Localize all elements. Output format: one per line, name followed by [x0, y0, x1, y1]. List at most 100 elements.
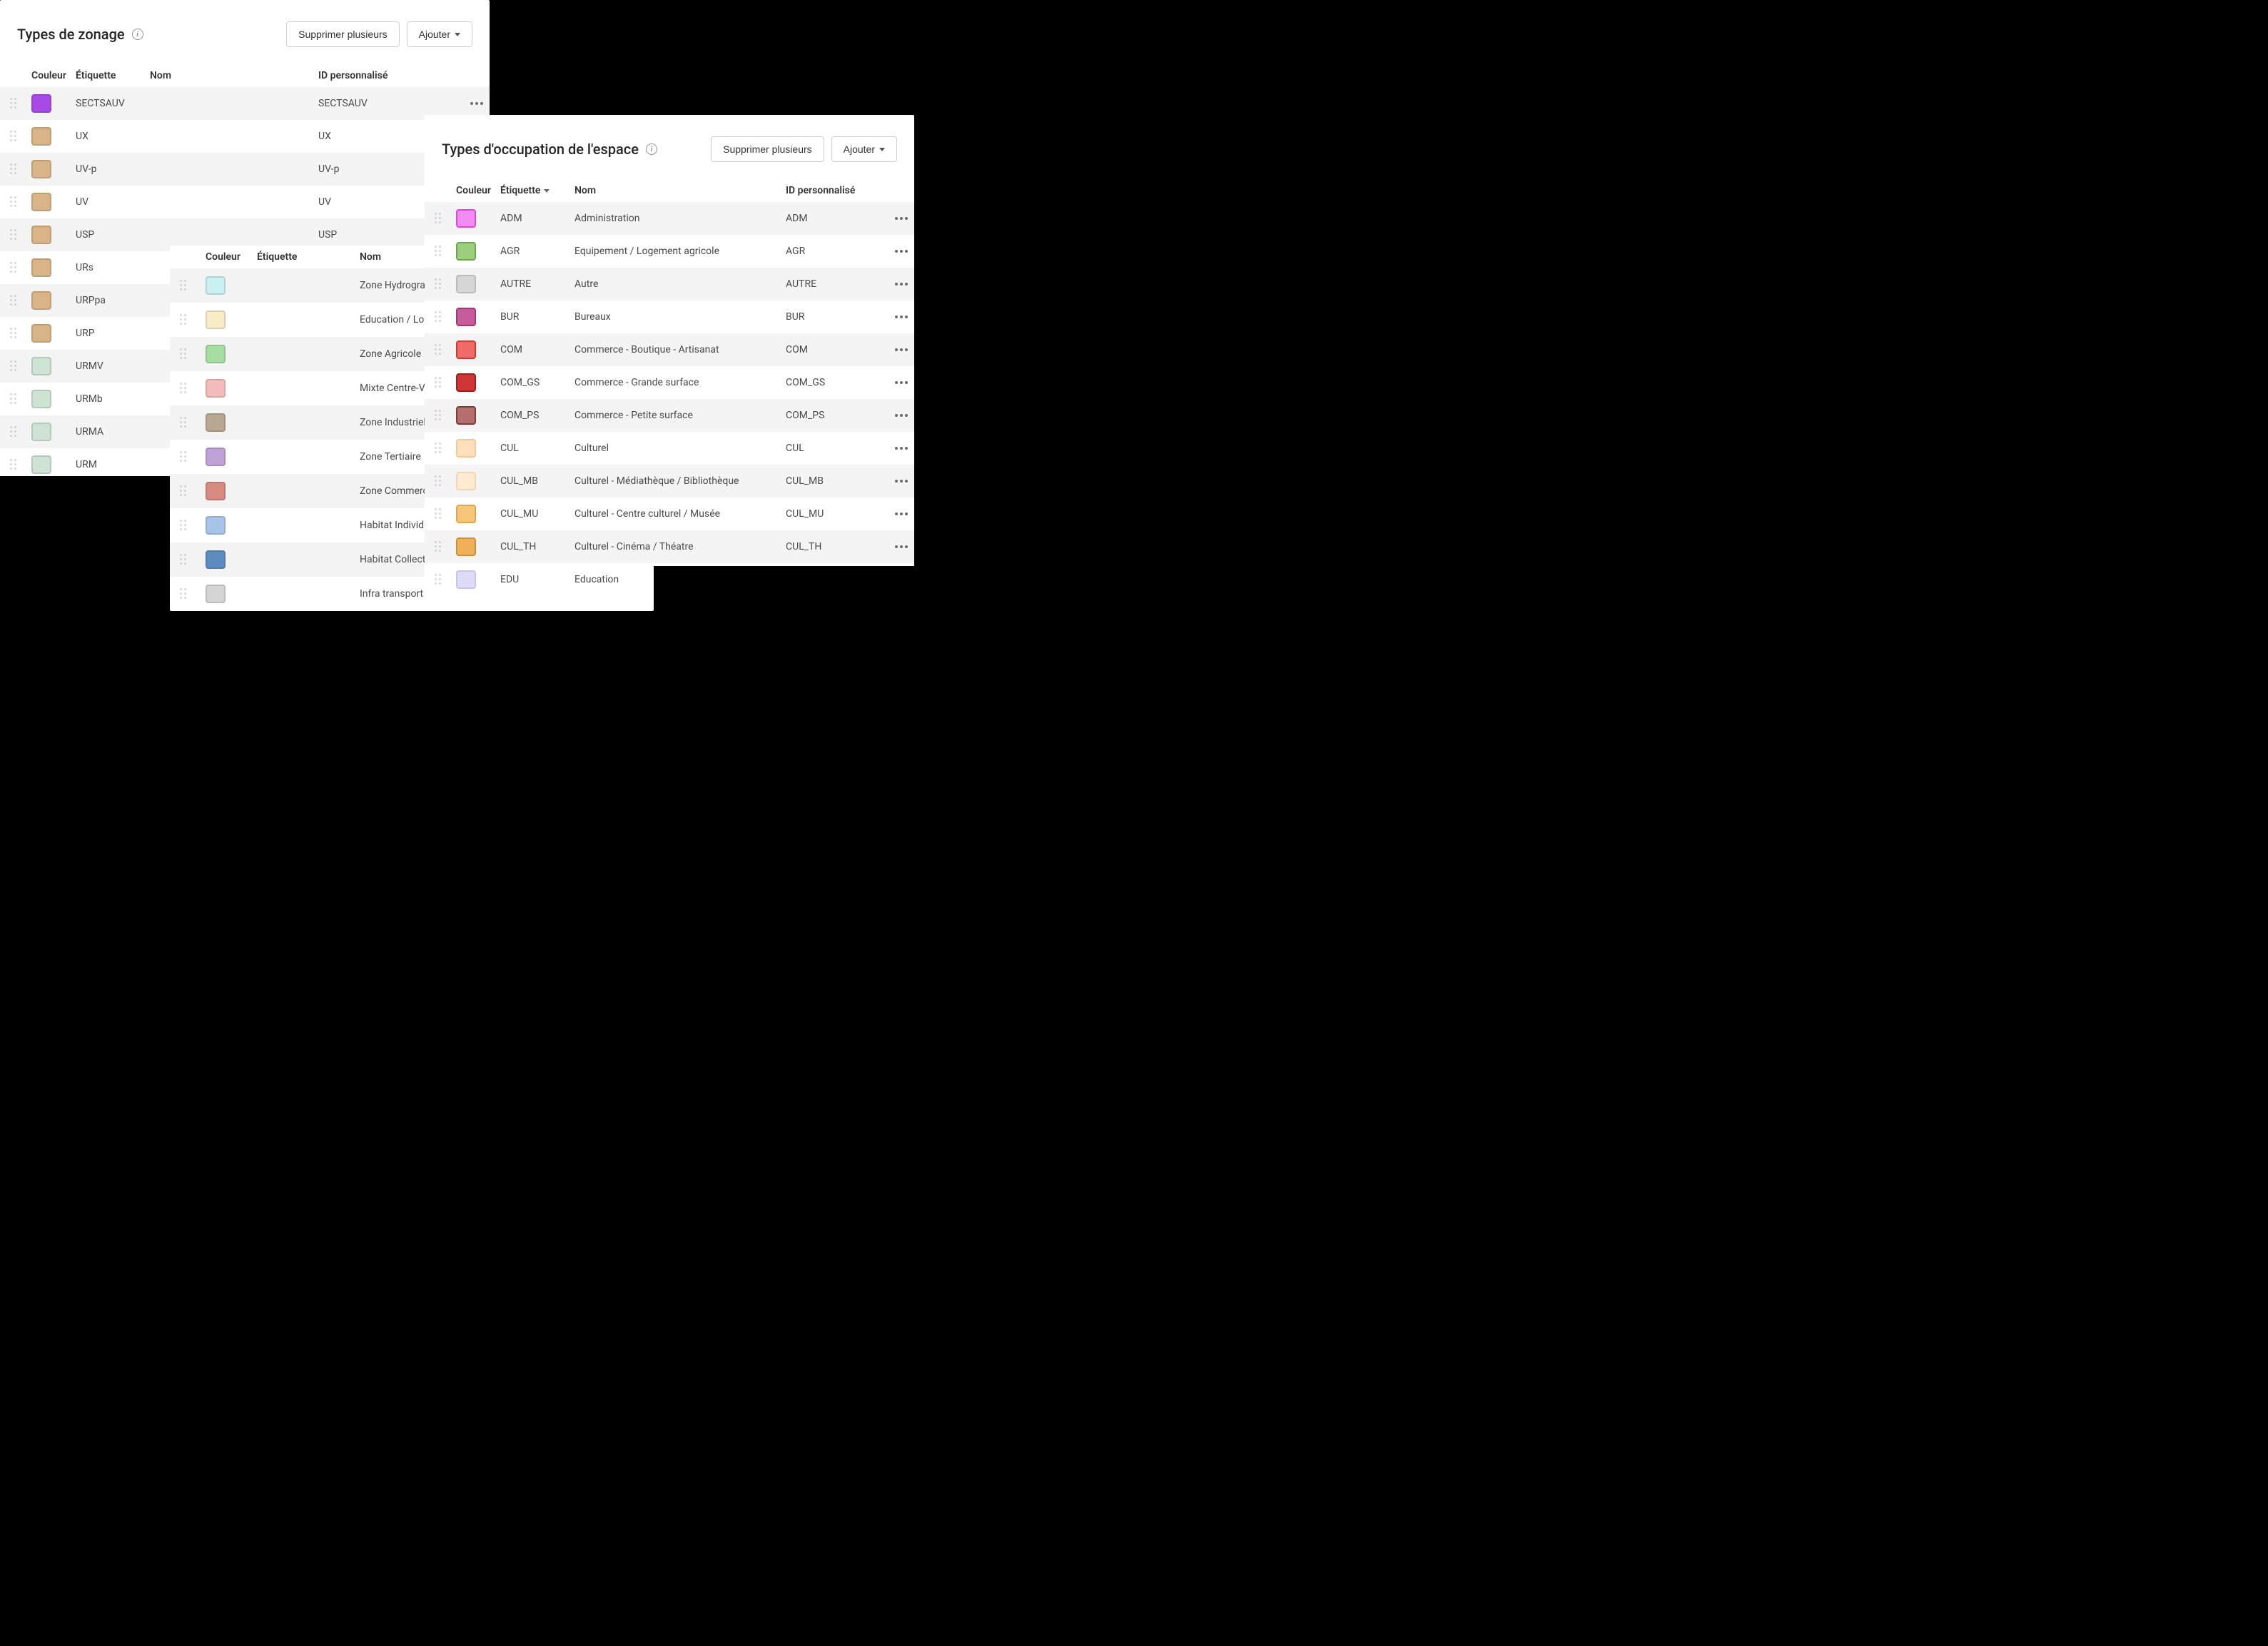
table-row[interactable]: COM_GSCommerce - Grande surfaceCOM_GS	[425, 366, 914, 399]
drag-handle-icon[interactable]	[435, 246, 445, 257]
table-row[interactable]: UXUX	[0, 120, 490, 153]
more-options-icon[interactable]	[468, 95, 485, 112]
color-swatch[interactable]	[31, 390, 51, 408]
table-row[interactable]: AGREquipement / Logement agricoleAGR	[425, 235, 914, 268]
drag-handle-icon[interactable]	[10, 98, 20, 109]
table-row[interactable]: BURBureauxBUR	[425, 301, 914, 333]
drag-handle-icon[interactable]	[180, 588, 190, 600]
color-swatch[interactable]	[31, 160, 51, 178]
table-row[interactable]: UV-pUV-p	[0, 153, 490, 186]
drag-handle-icon[interactable]	[10, 459, 20, 470]
col-label[interactable]: Étiquette	[76, 70, 150, 81]
info-icon[interactable]: i	[646, 143, 657, 155]
color-swatch[interactable]	[456, 340, 476, 359]
drag-handle-icon[interactable]	[10, 426, 20, 438]
col-id[interactable]: ID personnalisé	[318, 70, 468, 81]
color-swatch[interactable]	[206, 379, 226, 398]
info-icon[interactable]: i	[132, 29, 143, 40]
drag-handle-icon[interactable]	[180, 280, 190, 291]
drag-handle-icon[interactable]	[435, 344, 445, 355]
drag-handle-icon[interactable]	[10, 262, 20, 273]
drag-handle-icon[interactable]	[435, 278, 445, 290]
more-options-icon[interactable]	[893, 538, 910, 555]
drag-handle-icon[interactable]	[435, 410, 445, 421]
more-options-icon[interactable]	[893, 243, 910, 260]
color-swatch[interactable]	[456, 373, 476, 392]
color-swatch[interactable]	[206, 516, 226, 535]
delete-multiple-button[interactable]: Supprimer plusieurs	[286, 21, 400, 47]
more-options-icon[interactable]	[893, 276, 910, 293]
drag-handle-icon[interactable]	[435, 508, 445, 520]
color-swatch[interactable]	[31, 193, 51, 211]
col-name[interactable]: Nom	[150, 70, 318, 81]
table-row[interactable]: UVUV	[0, 186, 490, 218]
col-label[interactable]: Étiquette	[500, 185, 574, 196]
drag-handle-icon[interactable]	[435, 213, 445, 224]
drag-handle-icon[interactable]	[10, 360, 20, 372]
table-row[interactable]: COM_PSCommerce - Petite surfaceCOM_PS	[425, 399, 914, 432]
more-options-icon[interactable]	[893, 374, 910, 391]
drag-handle-icon[interactable]	[10, 196, 20, 208]
col-color[interactable]: Couleur	[456, 185, 500, 196]
table-row[interactable]: AUTREAutreAUTRE	[425, 268, 914, 301]
color-swatch[interactable]	[456, 275, 476, 293]
more-options-icon[interactable]	[893, 473, 910, 490]
table-row[interactable]: CUL_MUCulturel - Centre culturel / Musée…	[425, 498, 914, 530]
table-row[interactable]: ADMAdministrationADM	[425, 202, 914, 235]
table-row[interactable]: SECTSAUVSECTSAUV	[0, 87, 490, 120]
color-swatch[interactable]	[456, 537, 476, 556]
drag-handle-icon[interactable]	[180, 485, 190, 497]
color-swatch[interactable]	[456, 570, 476, 589]
drag-handle-icon[interactable]	[180, 554, 190, 565]
color-swatch[interactable]	[456, 406, 476, 425]
table-row[interactable]: COMCommerce - Boutique - ArtisanatCOM	[425, 333, 914, 366]
color-swatch[interactable]	[206, 585, 226, 603]
color-swatch[interactable]	[206, 550, 226, 569]
col-color[interactable]: Couleur	[31, 70, 76, 81]
color-swatch[interactable]	[206, 448, 226, 466]
color-swatch[interactable]	[456, 209, 476, 228]
drag-handle-icon[interactable]	[180, 348, 190, 360]
color-swatch[interactable]	[31, 258, 51, 277]
drag-handle-icon[interactable]	[180, 451, 190, 463]
drag-handle-icon[interactable]	[180, 383, 190, 394]
drag-handle-icon[interactable]	[10, 229, 20, 241]
more-options-icon[interactable]	[893, 407, 910, 424]
color-swatch[interactable]	[31, 127, 51, 146]
col-id[interactable]: ID personnalisé	[786, 185, 893, 196]
color-swatch[interactable]	[456, 242, 476, 261]
color-swatch[interactable]	[31, 226, 51, 244]
add-button[interactable]: Ajouter	[407, 21, 472, 47]
color-swatch[interactable]	[456, 505, 476, 523]
color-swatch[interactable]	[31, 94, 51, 113]
color-swatch[interactable]	[206, 310, 226, 329]
color-swatch[interactable]	[31, 324, 51, 343]
more-options-icon[interactable]	[893, 505, 910, 522]
drag-handle-icon[interactable]	[10, 393, 20, 405]
color-swatch[interactable]	[206, 345, 226, 363]
drag-handle-icon[interactable]	[435, 443, 445, 454]
drag-handle-icon[interactable]	[435, 574, 445, 585]
add-button[interactable]: Ajouter	[831, 136, 897, 162]
color-swatch[interactable]	[456, 439, 476, 458]
drag-handle-icon[interactable]	[435, 475, 445, 487]
drag-handle-icon[interactable]	[180, 314, 190, 325]
delete-multiple-button[interactable]: Supprimer plusieurs	[711, 136, 824, 162]
col-label[interactable]: Étiquette	[257, 251, 360, 263]
drag-handle-icon[interactable]	[10, 328, 20, 339]
color-swatch[interactable]	[31, 291, 51, 310]
drag-handle-icon[interactable]	[10, 295, 20, 306]
drag-handle-icon[interactable]	[10, 131, 20, 142]
drag-handle-icon[interactable]	[435, 377, 445, 388]
table-row[interactable]: CULCulturelCUL	[425, 432, 914, 465]
color-swatch[interactable]	[206, 276, 226, 295]
more-options-icon[interactable]	[893, 210, 910, 227]
table-row[interactable]: CUL_MBCulturel - Médiathèque / Bibliothè…	[425, 465, 914, 498]
color-swatch[interactable]	[31, 357, 51, 375]
color-swatch[interactable]	[456, 308, 476, 326]
color-swatch[interactable]	[456, 472, 476, 490]
table-row[interactable]: CUL_THCulturel - Cinéma / ThéatreCUL_TH	[425, 530, 914, 563]
more-options-icon[interactable]	[893, 341, 910, 358]
drag-handle-icon[interactable]	[180, 417, 190, 428]
col-name[interactable]: Nom	[574, 185, 786, 196]
